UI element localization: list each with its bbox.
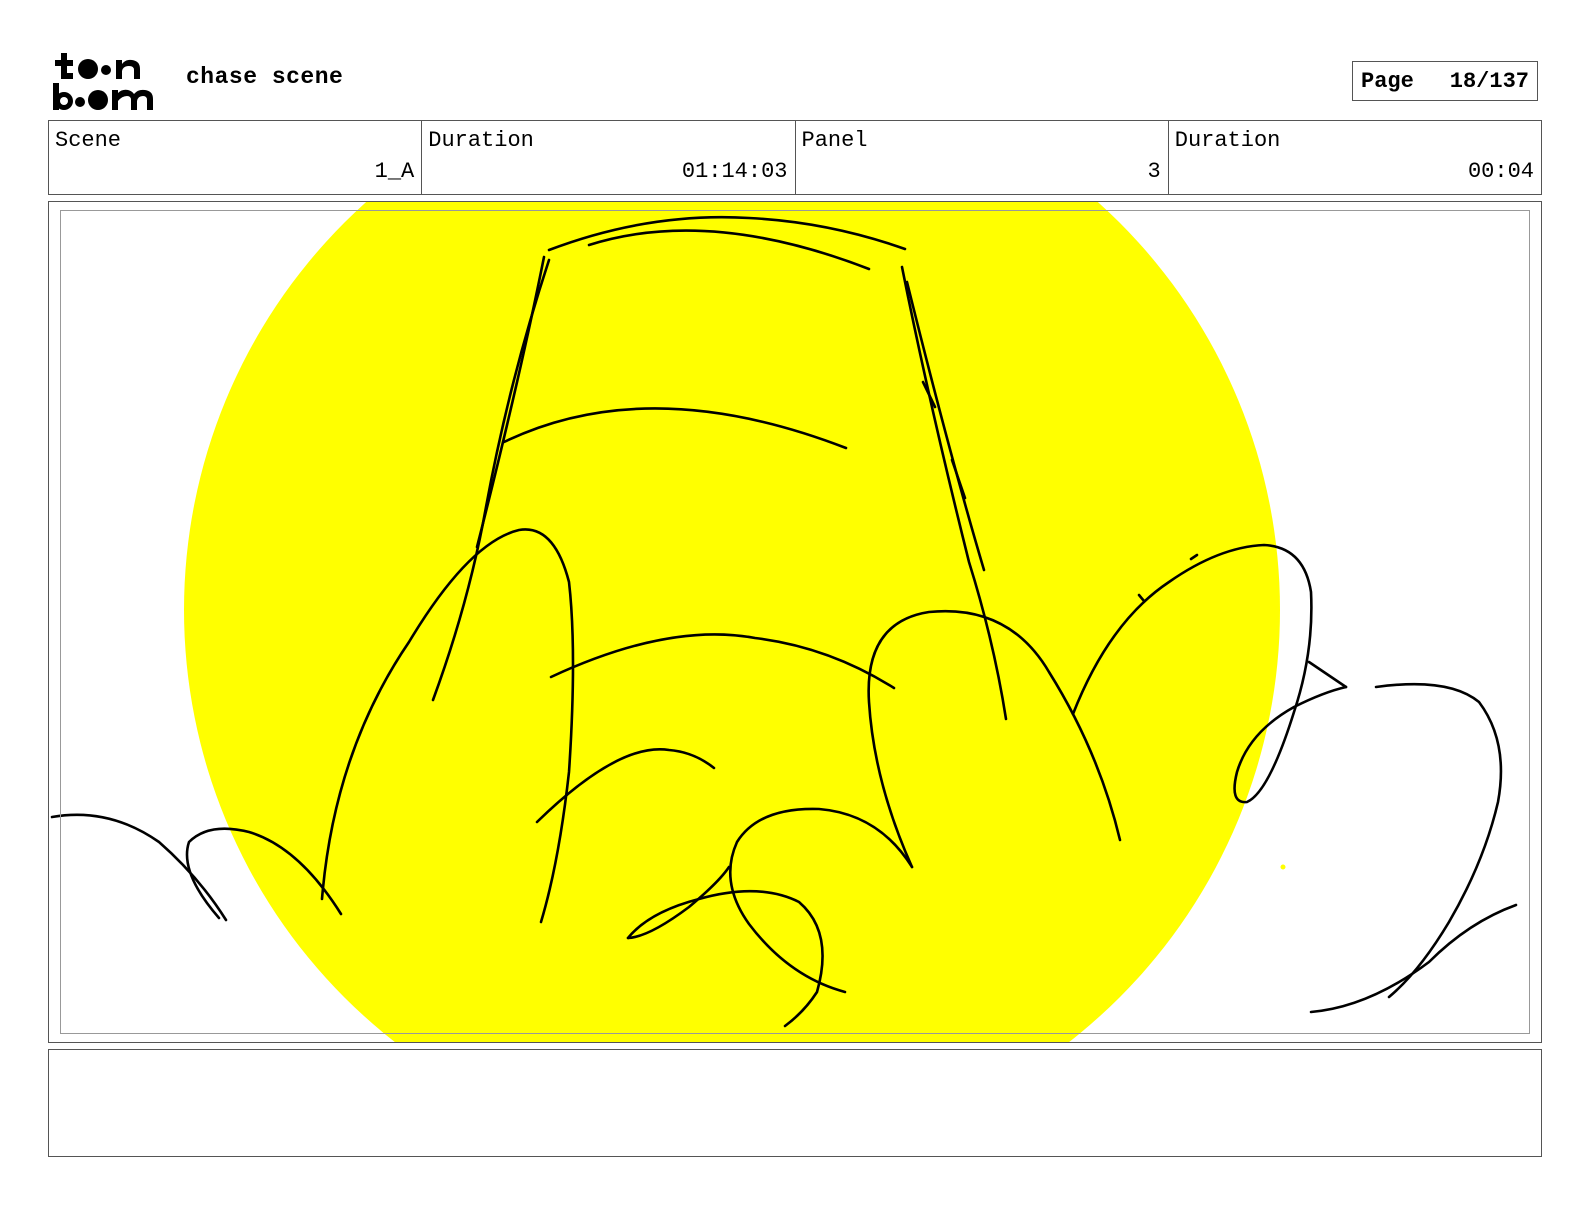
panel-duration-cell: Duration 00:04 [1169,121,1541,194]
storyboard-panel [48,201,1542,1043]
safe-area-frame [60,210,1530,1034]
panel-duration-value: 00:04 [1467,159,1534,184]
page-indicator: Page 18/137 [1352,61,1538,101]
page-number: 18/137 [1449,68,1529,94]
scene-label: Scene [55,128,122,153]
page-label: Page [1361,68,1414,94]
scene-duration-value: 01:14:03 [681,159,788,184]
scene-value: 1_A [374,159,415,184]
panel-duration-label: Duration [1174,128,1281,153]
scene-cell: Scene 1_A [49,121,423,194]
panel-cell: Panel 3 [796,121,1169,194]
panel-value: 3 [1147,159,1161,184]
toon-boom-logo [53,53,153,110]
panel-notes-box[interactable] [48,1049,1542,1157]
scene-duration-label: Duration [428,128,534,153]
scene-duration-cell: Duration 01:14:03 [422,121,796,194]
panel-label: Panel [801,128,868,153]
project-title: chase scene [186,64,344,90]
info-table: Scene 1_A Duration 01:14:03 Panel 3 Dura… [48,120,1542,195]
